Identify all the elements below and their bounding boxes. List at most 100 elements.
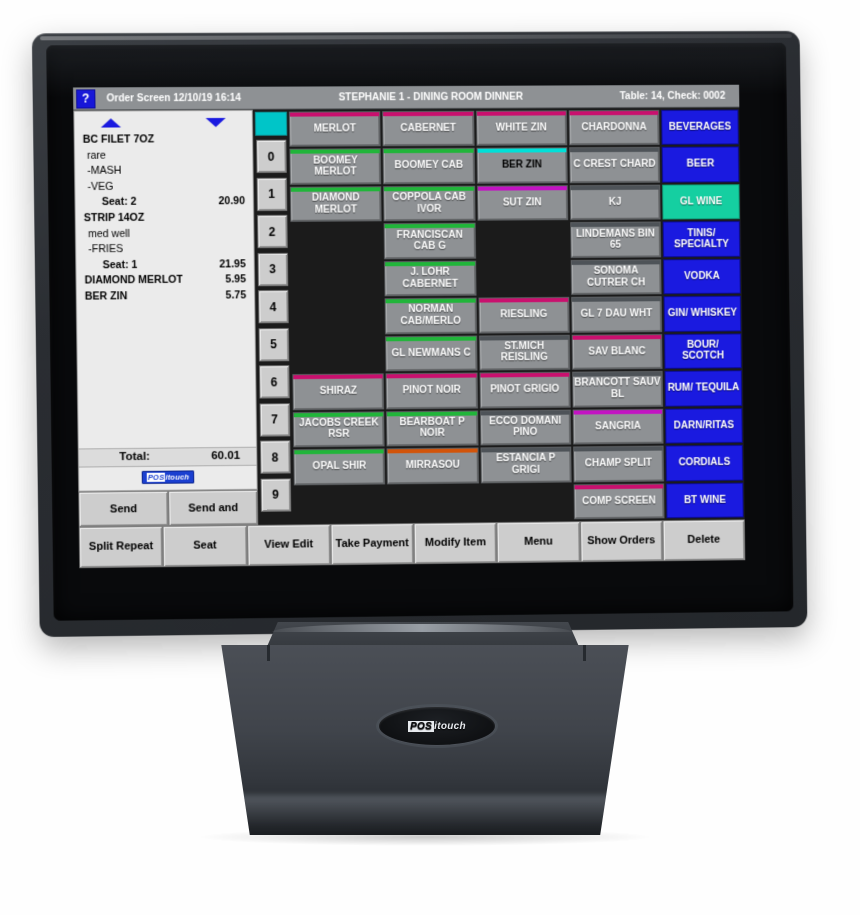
seat-button-2[interactable]: 2 xyxy=(257,215,288,248)
product-button[interactable]: BOOMEY CAB xyxy=(383,148,475,184)
product-button[interactable]: SAV BLANC xyxy=(571,334,662,370)
grid-cell-empty xyxy=(291,299,383,335)
product-button[interactable]: SANGRIA xyxy=(572,408,663,444)
category-button-bour-scotch[interactable]: BOUR/ SCOTCH xyxy=(664,333,742,369)
seat-button-8[interactable]: 8 xyxy=(260,440,291,473)
product-button[interactable]: SONOMA CUTRER CH xyxy=(570,259,661,295)
ticket-line[interactable]: med well xyxy=(84,226,245,243)
product-button-stripe xyxy=(477,111,566,115)
category-button-cordials[interactable]: CORDIALS xyxy=(666,445,744,481)
toolbar-button-view-edit[interactable]: View Edit xyxy=(247,524,331,566)
product-button-label: SAV BLANC xyxy=(588,346,645,358)
product-button-label: J. LOHR CABERNET xyxy=(386,267,473,291)
product-button[interactable]: JACOBS CREEK RSR xyxy=(293,411,385,447)
grid-cell-empty xyxy=(292,336,384,372)
product-button[interactable]: DIAMOND MERLOT xyxy=(290,186,382,222)
ticket-item-list[interactable]: BC FILET 7OZ rare -MASH -VEG Seat: 2 20.90 STR… xyxy=(75,131,257,449)
category-button-vodka[interactable]: VODKA xyxy=(663,259,741,295)
product-button[interactable]: MERLOT xyxy=(289,111,381,147)
product-button[interactable]: BER ZIN xyxy=(476,148,567,184)
help-button[interactable]: ? xyxy=(76,89,95,108)
product-button[interactable]: CHARDONNA xyxy=(569,110,660,146)
send-and-button[interactable]: Send and xyxy=(168,490,258,526)
product-button[interactable]: ESTANCIA P GRIGI xyxy=(480,447,571,483)
product-button-label: PINOT NOIR xyxy=(402,385,460,397)
product-button[interactable]: PINOT GRIGIO xyxy=(479,372,570,408)
product-button[interactable]: GL NEWMANS C xyxy=(385,335,477,371)
ticket-line-name: -FRIES xyxy=(84,242,123,258)
product-button-stripe xyxy=(385,224,474,229)
toolbar-button-menu[interactable]: Menu xyxy=(497,521,580,563)
category-button-rum-tequila[interactable]: RUM/ TEQUILA xyxy=(665,370,743,406)
product-button[interactable]: COMP SCREEN xyxy=(573,483,664,519)
seat-button-7[interactable]: 7 xyxy=(259,403,290,436)
product-button[interactable]: CHAMP SPLIT xyxy=(573,446,664,482)
product-button[interactable]: C CREST CHARD xyxy=(569,147,660,183)
seat-button-5[interactable]: 5 xyxy=(258,328,289,361)
product-button[interactable]: NORMAN CAB/MERLO xyxy=(385,298,477,334)
ticket-line[interactable]: Seat: 1 21.95 xyxy=(84,257,245,274)
toolbar-button-split-repeat[interactable]: Split Repeat xyxy=(79,526,164,568)
product-button[interactable]: J. LOHR CABERNET xyxy=(384,260,476,296)
ticket-line[interactable]: rare xyxy=(83,148,244,165)
product-button[interactable]: SUT ZIN xyxy=(477,185,568,221)
product-button[interactable]: PINOT NOIR xyxy=(386,373,478,409)
toolbar-button-seat[interactable]: Seat xyxy=(163,525,247,567)
product-button[interactable]: KJ xyxy=(569,185,660,221)
product-button[interactable]: LINDEMANS BIN 65 xyxy=(570,222,661,258)
ticket-line[interactable]: -MASH xyxy=(83,163,244,180)
ticket-line[interactable]: BER ZIN 5.75 xyxy=(85,288,246,305)
product-button-label: ECCO DOMANI PINO xyxy=(482,415,569,439)
product-button[interactable]: OPAL SHIR xyxy=(293,448,385,484)
category-button-beverages[interactable]: BEVERAGES xyxy=(661,110,739,146)
positouch-logo: POSitouch xyxy=(79,466,257,491)
category-button-bt-wine[interactable]: BT WINE xyxy=(666,482,744,518)
category-button-tinis-specialty[interactable]: TINIS/ SPECIALTY xyxy=(663,221,741,257)
product-button[interactable]: ECCO DOMANI PINO xyxy=(480,409,571,445)
floor-shadow xyxy=(196,828,654,846)
seat-button-4[interactable]: 4 xyxy=(258,290,289,323)
product-button[interactable]: CABERNET xyxy=(382,111,474,147)
ticket-line[interactable]: DIAMOND MERLOT 5.95 xyxy=(85,273,246,290)
toolbar-button-show-orders[interactable]: Show Orders xyxy=(580,520,663,562)
ticket-line[interactable]: BC FILET 7OZ xyxy=(83,132,244,148)
product-button-label: COMP SCREEN xyxy=(582,495,656,507)
product-button[interactable]: RIESLING xyxy=(478,297,569,333)
ticket-line-name: Seat: 1 xyxy=(84,258,137,274)
toolbar-button-take-payment[interactable]: Take Payment xyxy=(330,523,414,565)
seat-button-9[interactable]: 9 xyxy=(260,478,291,511)
product-button-stripe xyxy=(481,410,570,415)
seat-indicator-swatch[interactable] xyxy=(254,112,286,136)
product-button-stripe xyxy=(479,298,568,303)
product-button[interactable]: SHIRAZ xyxy=(292,374,384,410)
product-button-stripe xyxy=(574,447,663,452)
category-button-darn-ritas[interactable]: DARN/RITAS xyxy=(665,408,743,444)
seat-button-1[interactable]: 1 xyxy=(256,177,287,210)
product-button[interactable]: COPPOLA CAB IVOR xyxy=(383,186,475,222)
product-button[interactable]: BEARBOAT P NOIR xyxy=(386,410,478,446)
product-button[interactable]: WHITE ZIN xyxy=(476,110,567,146)
send-button[interactable]: Send xyxy=(78,491,168,527)
product-button[interactable]: BRANCOTT SAUV BL xyxy=(572,371,663,407)
product-button[interactable]: ST.MICH REISLING xyxy=(479,335,570,371)
seat-button-6[interactable]: 6 xyxy=(259,365,290,398)
product-button[interactable]: MIRRASOU xyxy=(387,448,479,484)
seat-button-3[interactable]: 3 xyxy=(257,252,288,285)
ticket-line[interactable]: -FRIES xyxy=(84,241,245,258)
grid-cell-empty xyxy=(291,261,383,297)
product-button-label: BER ZIN xyxy=(502,160,542,172)
toolbar-button-delete[interactable]: Delete xyxy=(662,519,745,561)
category-button-gin-whiskey[interactable]: GIN/ WHISKEY xyxy=(664,296,742,332)
scroll-up-icon[interactable] xyxy=(101,118,121,127)
product-button[interactable]: BOOMEY MERLOT xyxy=(289,149,381,185)
category-button-beer[interactable]: BEER xyxy=(662,147,740,183)
ticket-line[interactable]: Seat: 2 20.90 xyxy=(84,194,245,211)
scroll-down-icon[interactable] xyxy=(206,118,226,127)
ticket-line[interactable]: -VEG xyxy=(83,179,244,196)
product-button[interactable]: GL 7 DAU WHT xyxy=(571,296,662,332)
seat-button-0[interactable]: 0 xyxy=(256,140,287,173)
ticket-line[interactable]: STRIP 14OZ xyxy=(84,210,245,227)
toolbar-button-modify-item[interactable]: Modify Item xyxy=(414,522,498,564)
category-button-gl-wine[interactable]: GL WINE xyxy=(662,184,740,220)
product-button[interactable]: FRANCISCAN CAB G xyxy=(384,223,476,259)
